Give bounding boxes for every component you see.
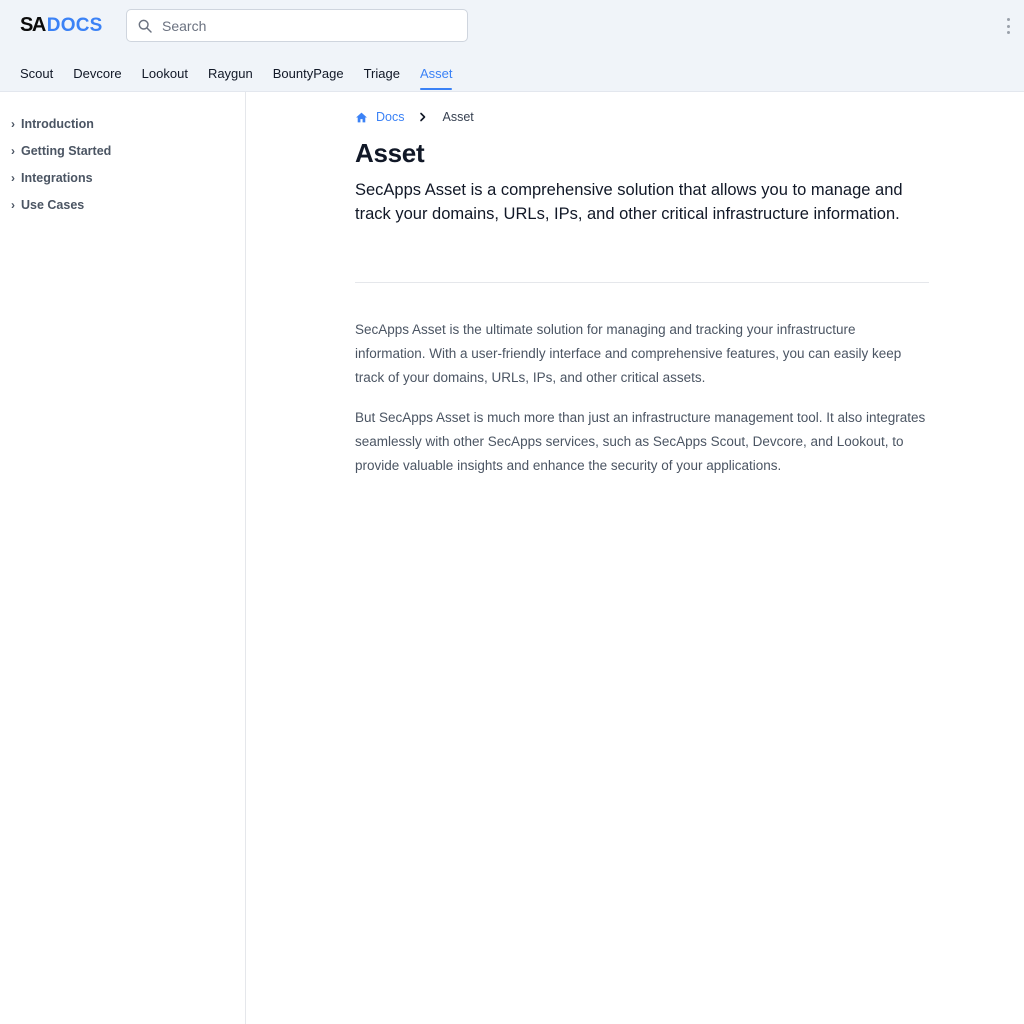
chevron-right-icon: ›	[11, 197, 15, 212]
tab-bountypage[interactable]: BountyPage	[273, 60, 344, 90]
tab-scout[interactable]: Scout	[20, 60, 53, 90]
tab-raygun[interactable]: Raygun	[208, 60, 253, 90]
divider	[355, 282, 929, 283]
kebab-dot	[1006, 24, 1010, 28]
more-menu-icon[interactable]	[1002, 16, 1014, 36]
kebab-dot	[1006, 18, 1010, 21]
kebab-dot	[1006, 31, 1010, 34]
sidebar-item-getting-started[interactable]: › Getting Started	[0, 137, 245, 164]
home-icon[interactable]	[355, 111, 368, 124]
sidebar-item-label: Introduction	[21, 116, 94, 131]
logo[interactable]: SA DOCS	[20, 14, 103, 38]
tab-lookout[interactable]: Lookout	[142, 60, 188, 90]
top-header: SA DOCS Scout Devcore Lookout Raygun Bou…	[0, 0, 1024, 92]
chevron-right-icon	[418, 112, 428, 122]
chevron-right-icon: ›	[11, 143, 15, 158]
sidebar-item-use-cases[interactable]: › Use Cases	[0, 191, 245, 218]
search-input[interactable]	[162, 17, 462, 34]
sidebar-item-integrations[interactable]: › Integrations	[0, 164, 245, 191]
sidebar: › Introduction › Getting Started › Integ…	[0, 92, 246, 1024]
sidebar-item-label: Getting Started	[21, 143, 112, 158]
sidebar-item-label: Use Cases	[21, 197, 85, 212]
chevron-right-icon: ›	[11, 170, 15, 185]
product-tabs: Scout Devcore Lookout Raygun BountyPage …	[0, 60, 472, 92]
page-lead: SecApps Asset is a comprehensive solutio…	[355, 181, 903, 223]
tab-triage[interactable]: Triage	[364, 60, 400, 90]
search-box[interactable]	[126, 9, 468, 42]
sidebar-item-label: Integrations	[21, 170, 93, 185]
tab-devcore[interactable]: Devcore	[73, 60, 121, 90]
page-title: Asset	[355, 138, 425, 168]
body-paragraph: SecApps Asset is the ultimate solution f…	[355, 322, 902, 385]
logo-sa: SA	[20, 14, 46, 36]
tab-asset[interactable]: Asset	[419, 60, 452, 90]
breadcrumb-current: Asset	[442, 110, 474, 124]
body-paragraph: But SecApps Asset is much more than just…	[355, 410, 926, 473]
breadcrumb: Docs Asset	[355, 109, 474, 125]
sidebar-item-introduction[interactable]: › Introduction	[0, 110, 245, 137]
search-icon	[138, 19, 152, 33]
breadcrumb-docs-link[interactable]: Docs	[376, 110, 404, 124]
chevron-right-icon: ›	[11, 116, 15, 131]
logo-docs: DOCS	[46, 15, 103, 36]
